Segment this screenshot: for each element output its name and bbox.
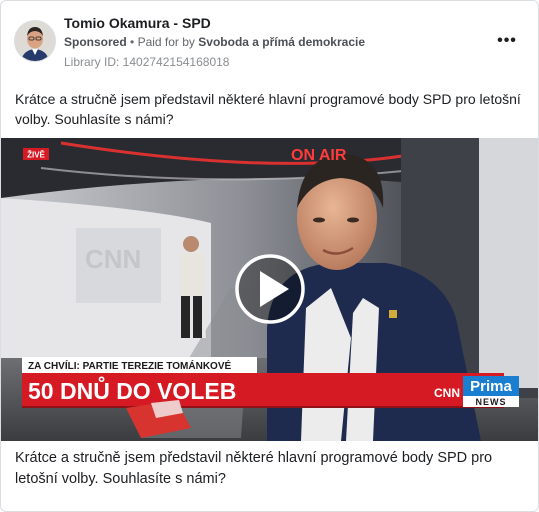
sponsored-line: Sponsored • Paid for by Svoboda a přímá … (64, 35, 365, 49)
studio-sign: ON AIR (291, 147, 347, 164)
separator-dot: • (130, 35, 138, 49)
payer-name[interactable]: Svoboda a přímá demokracie (198, 35, 365, 49)
wall-logo: CNN (85, 244, 141, 274)
paid-for-label: Paid for by (137, 35, 195, 49)
ad-card: Tomio Okamura - SPD Sponsored • Paid for… (0, 0, 539, 512)
video-caption: Krátce a stručně jsem představil některé… (15, 450, 493, 487)
video-player[interactable]: ŽIVĚ ON AIR CNN ZA CHVÍLI: PARTIE TEREZI… (1, 138, 538, 441)
post-text: Krátce a stručně jsem představil některé… (15, 91, 521, 127)
logo-news: NEWS (476, 397, 507, 407)
logo-cnn: CNN (434, 386, 460, 400)
play-button[interactable] (235, 254, 305, 324)
ellipsis-icon[interactable]: ••• (495, 29, 519, 53)
avatar[interactable] (14, 20, 56, 62)
page-name[interactable]: Tomio Okamura - SPD (64, 15, 211, 31)
ticker-main: 50 DNŮ DO VOLEB (28, 375, 236, 404)
ticker-top: ZA CHVÍLI: PARTIE TEREZIE TOMÁNKOVÉ (28, 359, 231, 372)
sponsored-label: Sponsored (64, 35, 127, 49)
logo-prima: Prima (470, 378, 512, 395)
live-badge: ŽIVĚ (27, 151, 45, 160)
library-id: Library ID: 1402742154168018 (64, 55, 230, 69)
avatar-photo (15, 21, 55, 61)
video-frame: ŽIVĚ ON AIR CNN ZA CHVÍLI: PARTIE TEREZI… (1, 138, 538, 441)
